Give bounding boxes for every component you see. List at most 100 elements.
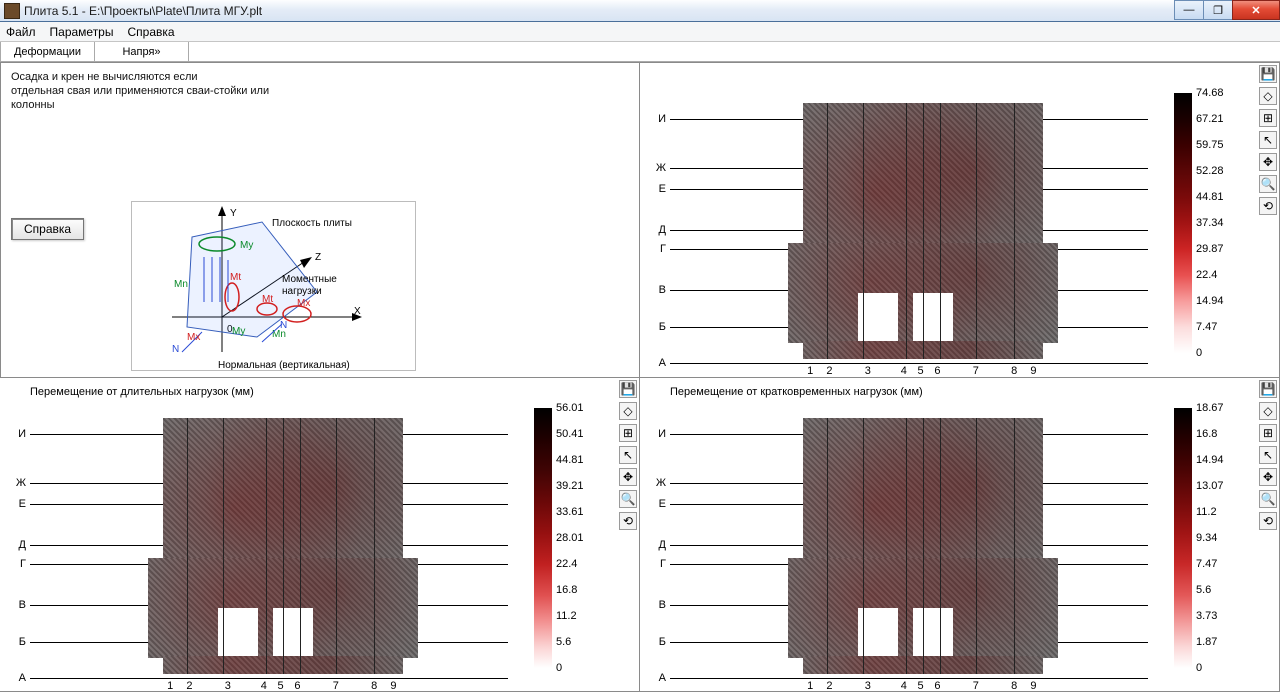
- col-label: 8: [1011, 365, 1017, 377]
- col-label: 4: [901, 680, 907, 692]
- col-label: 6: [294, 680, 300, 692]
- legend-value: 50.41: [556, 428, 584, 440]
- tab-deformations[interactable]: Деформации: [0, 42, 95, 62]
- rotate-icon[interactable]: ⟲: [1259, 197, 1277, 215]
- window-buttons: ― ❐ ✕: [1175, 0, 1280, 20]
- col-label: 3: [225, 680, 231, 692]
- eraser-icon[interactable]: ◇: [1259, 87, 1277, 105]
- row-label: Ж: [16, 477, 26, 489]
- plot-title: Перемещение от кратковременных нагрузок …: [670, 386, 923, 398]
- legend-value: 5.6: [1196, 584, 1211, 596]
- menu-file[interactable]: Файл: [6, 25, 36, 39]
- svg-text:Mx: Mx: [187, 332, 200, 343]
- title-bar: Плита 5.1 - E:\Проекты\Plate\Плита МГУ.p…: [0, 0, 1280, 22]
- app-icon: [4, 3, 20, 19]
- save-icon[interactable]: 💾: [619, 380, 637, 398]
- legend-value: 13.07: [1196, 480, 1224, 492]
- col-label: 1: [807, 680, 813, 692]
- row-label: Д: [659, 539, 666, 551]
- row-label: Ж: [656, 162, 666, 174]
- col-label: 9: [390, 680, 396, 692]
- row-label: Ж: [656, 477, 666, 489]
- menu-params[interactable]: Параметры: [50, 25, 114, 39]
- row-label: А: [659, 672, 666, 684]
- heatmap-plot[interactable]: И Ж Е Д Г В Б А: [648, 418, 1148, 678]
- zoom-icon[interactable]: 🔍: [619, 490, 637, 508]
- minimize-button[interactable]: ―: [1174, 0, 1204, 20]
- svg-text:Y: Y: [230, 208, 237, 219]
- row-label: И: [18, 428, 26, 440]
- legend-value: 14.94: [1196, 295, 1224, 307]
- pointer-icon[interactable]: ↖: [1259, 131, 1277, 149]
- svg-text:нагрузки: нагрузки: [282, 286, 322, 297]
- grid-icon[interactable]: ⊞: [1259, 424, 1277, 442]
- legend-value: 74.68: [1196, 87, 1224, 99]
- colorbar: 56.01 50.41 44.81 39.21 33.61 28.01 22.4…: [534, 408, 609, 668]
- rotate-icon[interactable]: ⟲: [1259, 512, 1277, 530]
- grid-icon[interactable]: ⊞: [619, 424, 637, 442]
- row-label: Е: [659, 498, 666, 510]
- col-label: 5: [918, 680, 924, 692]
- row-label: Е: [659, 183, 666, 195]
- window-title: Плита 5.1 - E:\Проекты\Plate\Плита МГУ.p…: [24, 4, 262, 18]
- svg-text:N: N: [172, 344, 179, 355]
- col-label: 1: [167, 680, 173, 692]
- col-label: 7: [333, 680, 339, 692]
- svg-text:Mt: Mt: [262, 294, 273, 305]
- zoom-icon[interactable]: 🔍: [1259, 490, 1277, 508]
- help-button[interactable]: Справка: [11, 218, 84, 240]
- menu-help[interactable]: Справка: [127, 25, 174, 39]
- quadrant-plot-bottom-left: Перемещение от длительных нагрузок (мм) …: [0, 378, 640, 692]
- col-label: 2: [186, 680, 192, 692]
- row-label: В: [659, 599, 666, 611]
- col-label: 6: [934, 680, 940, 692]
- col-label: 8: [1011, 680, 1017, 692]
- eraser-icon[interactable]: ◇: [619, 402, 637, 420]
- row-label: И: [658, 428, 666, 440]
- info-line: Осадка и крен не вычисляются если: [11, 71, 629, 85]
- quadrant-info: Осадка и крен не вычисляются если отдель…: [0, 62, 640, 378]
- save-icon[interactable]: 💾: [1259, 65, 1277, 83]
- legend-value: 0: [556, 662, 562, 674]
- svg-text:Плоскость плиты: Плоскость плиты: [272, 218, 352, 229]
- col-label: 1: [807, 365, 813, 377]
- legend-value: 1.87: [1196, 636, 1217, 648]
- save-icon[interactable]: 💾: [1259, 380, 1277, 398]
- svg-text:Моментные: Моментные: [282, 274, 337, 285]
- colorbar: 74.68 67.21 59.75 52.28 44.81 37.34 29.8…: [1174, 93, 1249, 353]
- col-label: 9: [1030, 680, 1036, 692]
- row-label: Д: [19, 539, 26, 551]
- legend-value: 11.2: [556, 610, 577, 622]
- tab-stress[interactable]: Напря»: [94, 42, 189, 62]
- pointer-icon[interactable]: ↖: [1259, 446, 1277, 464]
- eraser-icon[interactable]: ◇: [1259, 402, 1277, 420]
- legend-value: 0: [1196, 347, 1202, 359]
- maximize-button[interactable]: ❐: [1203, 0, 1233, 20]
- pointer-icon[interactable]: ↖: [619, 446, 637, 464]
- heatmap-plot[interactable]: И Ж Е Д Г В Б А: [648, 103, 1148, 363]
- row-label: В: [659, 284, 666, 296]
- legend-value: 29.87: [1196, 243, 1224, 255]
- close-button[interactable]: ✕: [1232, 0, 1280, 20]
- svg-text:Z: Z: [315, 252, 321, 263]
- pan-icon[interactable]: ✥: [1259, 153, 1277, 171]
- pan-icon[interactable]: ✥: [1259, 468, 1277, 486]
- legend-value: 7.47: [1196, 558, 1217, 570]
- svg-text:X: X: [354, 306, 361, 317]
- col-label: 2: [826, 365, 832, 377]
- view-tabs: Деформации Напря»: [0, 42, 1280, 62]
- legend-value: 11.2: [1196, 506, 1217, 518]
- legend-value: 37.34: [1196, 217, 1224, 229]
- legend-value: 7.47: [1196, 321, 1217, 333]
- col-label: 3: [865, 365, 871, 377]
- row-label: Б: [659, 636, 666, 648]
- grid-icon[interactable]: ⊞: [1259, 109, 1277, 127]
- quadrant-plot-top-right: 💾 ◇ ⊞ ↖ ✥ 🔍 ⟲ 74.68 67.21 59.75 52.28 44…: [640, 62, 1280, 378]
- col-label: 7: [973, 365, 979, 377]
- row-label: Б: [19, 636, 26, 648]
- heatmap-plot[interactable]: И Ж Е Д Г В Б А: [8, 418, 508, 678]
- pan-icon[interactable]: ✥: [619, 468, 637, 486]
- zoom-icon[interactable]: 🔍: [1259, 175, 1277, 193]
- rotate-icon[interactable]: ⟲: [619, 512, 637, 530]
- svg-text:My: My: [232, 326, 245, 337]
